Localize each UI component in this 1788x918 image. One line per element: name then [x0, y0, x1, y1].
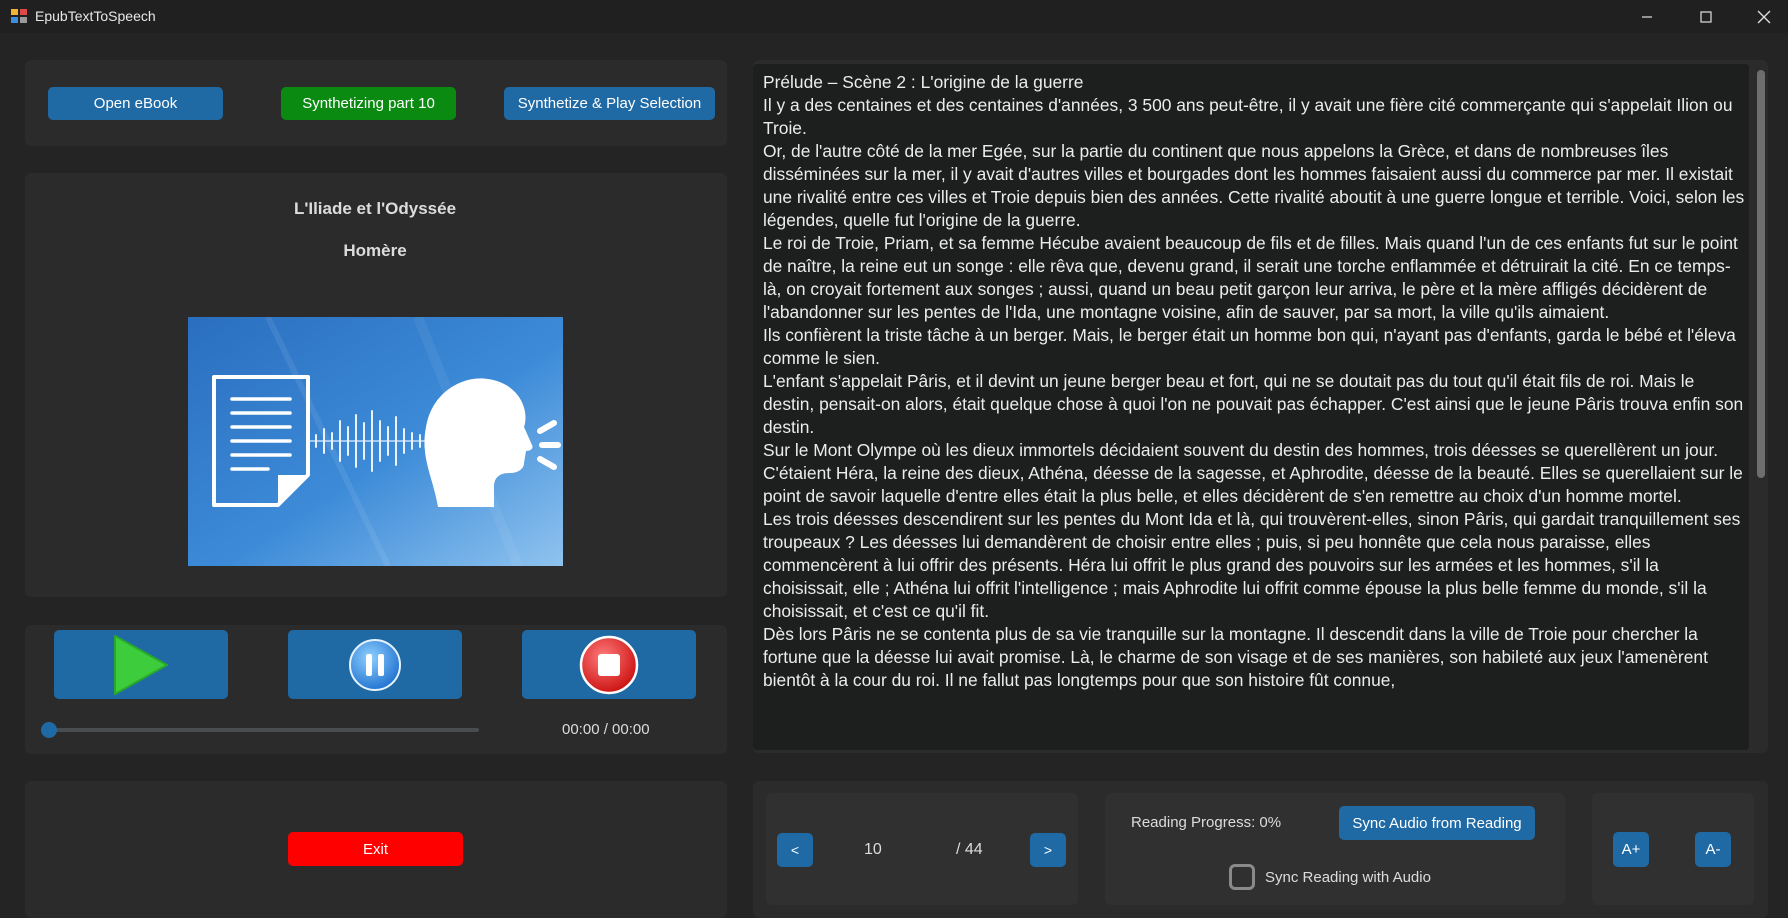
play-icon	[114, 634, 168, 695]
book-title: L'Iliade et l'Odyssée	[293, 199, 457, 218]
window-title: EpubTextToSpeech	[35, 8, 156, 24]
progress-slider[interactable]	[41, 722, 479, 738]
next-page-button[interactable]: >	[1030, 833, 1066, 867]
total-pages: / 44	[956, 841, 983, 858]
reader-paragraph: Or, de l'autre côté de la mer Egée, sur …	[763, 141, 1745, 230]
title-bar: EpubTextToSpeech	[0, 0, 1788, 33]
increase-font-button[interactable]: A+	[1613, 832, 1649, 867]
reader-paragraph: Dès lors Pâris ne se contenta plus de sa…	[763, 624, 1708, 690]
synthesize-play-button[interactable]: Synthetize & Play Selection	[504, 87, 715, 120]
stop-button[interactable]	[522, 630, 696, 699]
reader-paragraph: Le roi de Troie, Priam, et sa femme Hécu…	[763, 233, 1738, 322]
pause-button[interactable]	[288, 630, 462, 699]
reading-progress-label: Reading Progress: 0%	[1131, 814, 1282, 831]
sync-audio-from-reading-button[interactable]: Sync Audio from Reading	[1339, 806, 1535, 840]
stop-icon	[579, 635, 639, 694]
reader-content: Prélude – Scène 2 : L'origine de la guer…	[763, 71, 1748, 692]
page-navigation-panel: < 10 / 44 >	[766, 793, 1078, 905]
maximize-icon[interactable]	[1683, 0, 1729, 33]
reader-paragraph: Sur le Mont Olympe où les dieux immortel…	[763, 440, 1743, 506]
synthesizing-status-button[interactable]: Synthetizing part 10	[281, 87, 456, 120]
minimize-icon[interactable]	[1624, 0, 1670, 33]
book-cover-image	[188, 317, 563, 566]
sync-reading-label: Sync Reading with Audio	[1265, 869, 1431, 886]
current-page: 10	[864, 841, 882, 858]
reader-paragraph: L'enfant s'appelait Pâris, et il devint …	[763, 371, 1744, 437]
reader-paragraph: Prélude – Scène 2 : L'origine de la guer…	[763, 72, 1084, 92]
font-size-panel: A+ A-	[1592, 793, 1754, 905]
toolbar-panel: Open eBook Synthetizing part 10 Syntheti…	[25, 60, 727, 146]
book-author: Homère	[343, 241, 407, 260]
reader-paragraph: Les trois déesses descendirent sur les p…	[763, 509, 1741, 621]
close-icon[interactable]	[1741, 0, 1787, 33]
sync-reading-checkbox[interactable]	[1229, 864, 1255, 890]
exit-panel: Exit	[25, 781, 727, 918]
sync-panel: Reading Progress: 0% Sync Audio from Rea…	[1105, 793, 1565, 905]
progress-slider-handle[interactable]	[41, 722, 57, 738]
open-ebook-button[interactable]: Open eBook	[48, 87, 223, 120]
reader-scrollbar-thumb[interactable]	[1757, 70, 1765, 478]
app-icon	[11, 9, 27, 23]
reader-paragraph: Il y a des centaines et des centaines d'…	[763, 95, 1733, 138]
playback-time: 00:00 / 00:00	[562, 721, 650, 738]
previous-page-button[interactable]: <	[777, 833, 813, 867]
reader-paragraph: Ils confièrent la triste tâche à un berg…	[763, 325, 1736, 368]
reader-text-area[interactable]: Prélude – Scène 2 : L'origine de la guer…	[753, 64, 1749, 750]
play-button[interactable]	[54, 630, 228, 699]
exit-button[interactable]: Exit	[288, 832, 463, 866]
progress-slider-track	[41, 728, 479, 732]
decrease-font-button[interactable]: A-	[1695, 832, 1731, 867]
pause-icon	[349, 638, 401, 691]
